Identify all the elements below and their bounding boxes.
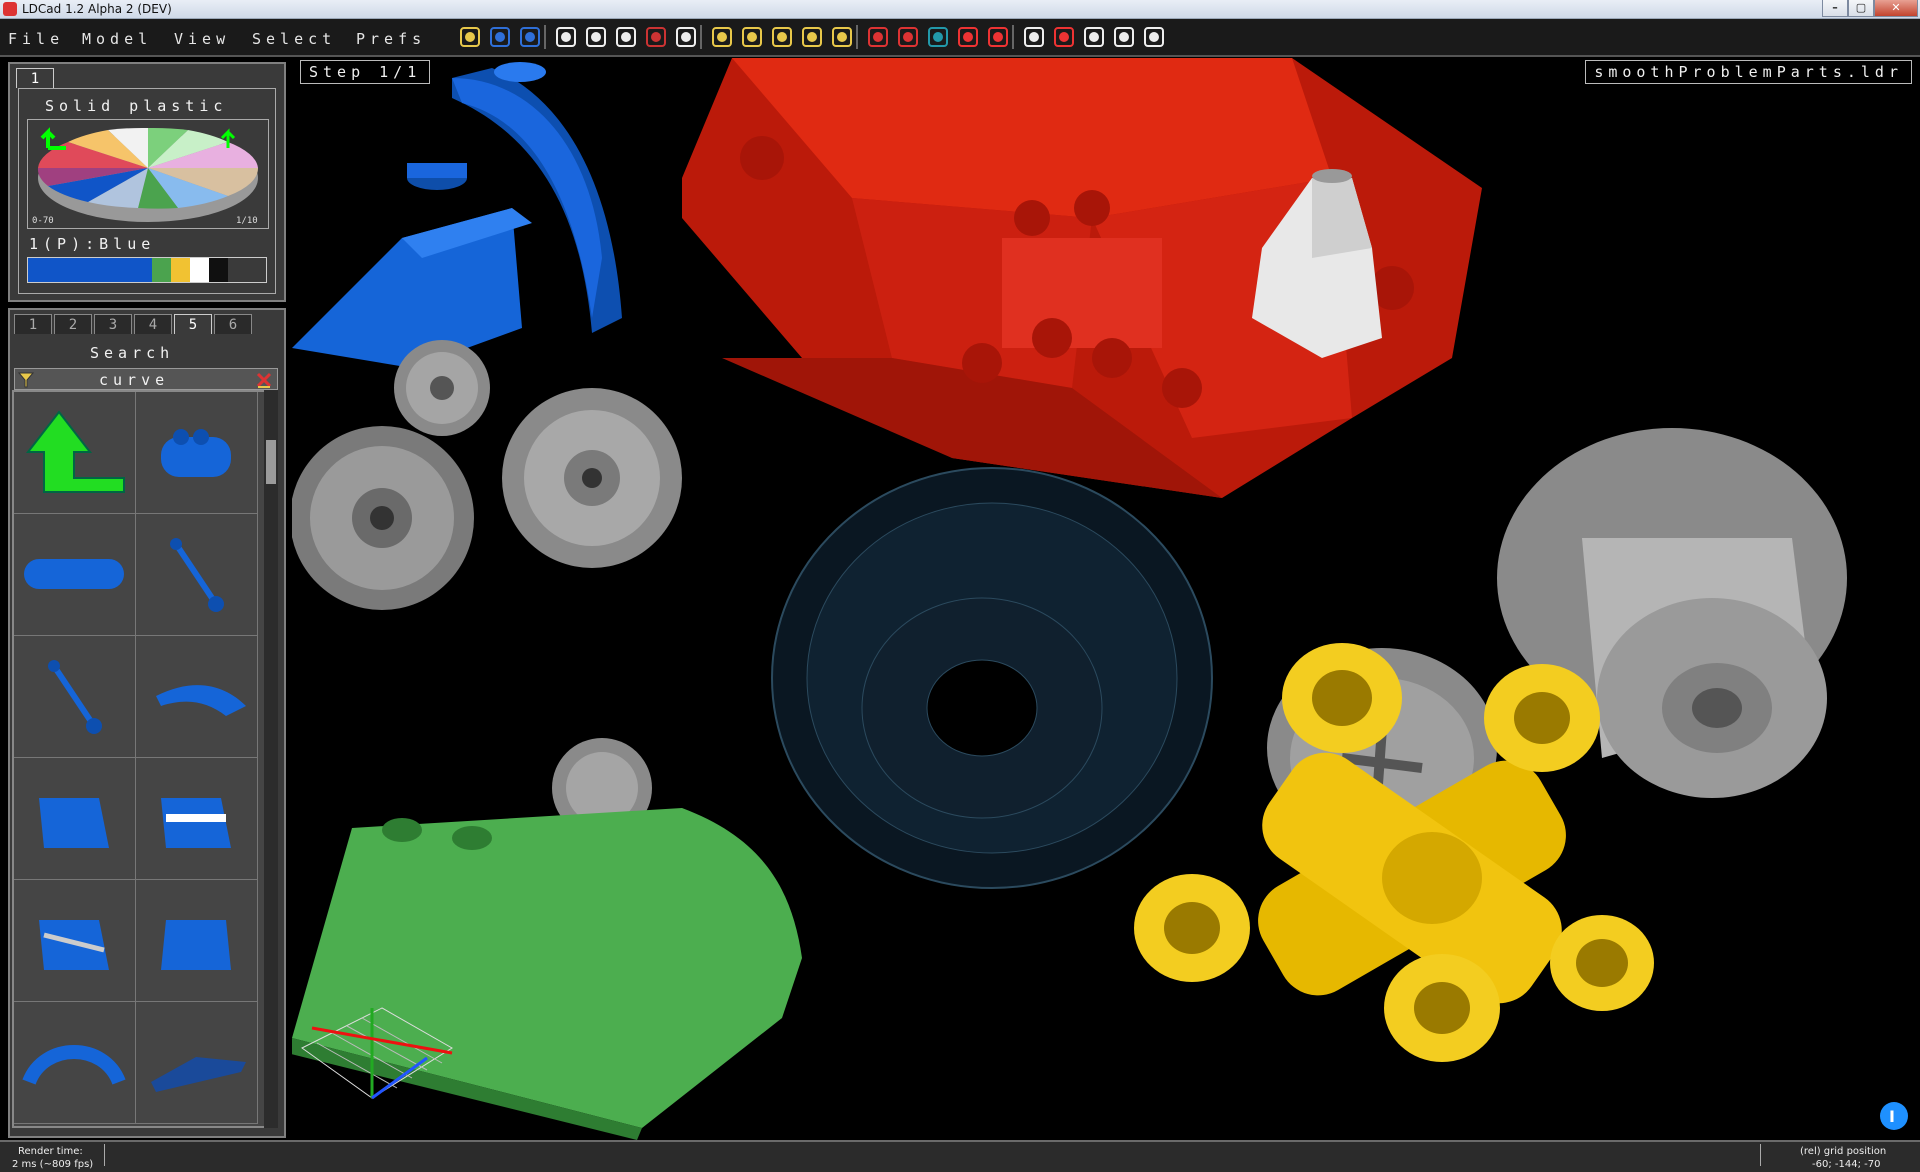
maximize-button[interactable]: ▢ (1848, 0, 1874, 17)
heart-broken-icon[interactable] (986, 25, 1010, 49)
save-all-icon[interactable] (518, 25, 542, 49)
copy-icon[interactable] (614, 25, 638, 49)
color-tab-1[interactable]: 1 (16, 68, 54, 88)
color-swatch[interactable] (189, 258, 209, 282)
close-button[interactable]: ✕ (1874, 0, 1918, 17)
grid-icon[interactable] (926, 25, 950, 49)
3d-viewport[interactable]: I Step 1/1 smoothProblemParts.ldr (292, 58, 1920, 1140)
part-thumbnail[interactable] (136, 514, 258, 636)
scrollbar-thumb[interactable] (266, 440, 276, 484)
menu-view[interactable]: View (174, 30, 230, 48)
parts-tab-5[interactable]: 5 (174, 314, 212, 334)
part-thumbnail[interactable] (14, 392, 136, 514)
move-icon[interactable] (1022, 25, 1046, 49)
material-label: Solid plastic (45, 97, 228, 115)
grid-position-label: (rel) grid position (1800, 1146, 1887, 1157)
paste-icon[interactable] (674, 25, 698, 49)
add-step-icon[interactable] (830, 25, 854, 49)
black-tire[interactable] (771, 467, 1213, 889)
range-left-label: 0-70 (32, 216, 54, 226)
part-thumbnail[interactable] (136, 1002, 258, 1124)
part-thumbnail[interactable] (136, 636, 258, 758)
part-thumbnail[interactable] (14, 758, 136, 880)
status-bar: Render time: 2 ms (~809 fps) (rel) grid … (0, 1140, 1920, 1172)
menu-select[interactable]: Select (252, 30, 336, 48)
pan-icon[interactable] (1082, 25, 1106, 49)
cut-icon[interactable] (644, 25, 668, 49)
info-icon-glyph: I (1889, 1107, 1895, 1126)
last-step-icon[interactable] (800, 25, 824, 49)
color-panel: 1 Solid plastic 0-70 1/10 1(P):Blue (8, 62, 286, 302)
green-curved-slope[interactable] (292, 808, 802, 1140)
menu-prefs[interactable]: Prefs (356, 30, 426, 48)
menu-model[interactable]: Model (82, 30, 152, 48)
color-frame: Solid plastic 0-70 1/10 1(P):Blue (18, 88, 276, 294)
model-icon[interactable] (866, 25, 890, 49)
range-right-label: 1/10 (236, 216, 258, 226)
clear-search-icon[interactable] (255, 371, 273, 389)
filter-icon[interactable] (17, 371, 35, 389)
yellow-hub[interactable] (1134, 643, 1654, 1062)
next-step-icon[interactable] (770, 25, 794, 49)
title-bar: LDCad 1.2 Alpha 2 (DEV) – ▢ ✕ (0, 0, 1920, 19)
window-title: LDCad 1.2 Alpha 2 (DEV) (22, 2, 172, 16)
open-icon[interactable] (458, 25, 482, 49)
blue-curved-brick[interactable] (292, 62, 622, 368)
undo-icon[interactable] (554, 25, 578, 49)
parts-tab-3[interactable]: 3 (94, 314, 132, 334)
color-swatch[interactable] (151, 258, 171, 282)
model-scene[interactable]: I (292, 58, 1920, 1140)
gear-small-top[interactable] (394, 340, 490, 436)
rotate-icon[interactable] (1052, 25, 1076, 49)
heart-icon[interactable] (956, 25, 980, 49)
color-swatch[interactable] (28, 258, 152, 282)
part-thumbnail[interactable] (14, 1002, 136, 1124)
toolbar-separator (700, 25, 702, 49)
toolbar-separator (1012, 25, 1014, 49)
save-icon[interactable] (488, 25, 512, 49)
app-icon (3, 2, 17, 16)
search-field[interactable]: curve (14, 368, 278, 390)
part-thumbnail[interactable] (14, 636, 136, 758)
menu-file[interactable]: File (8, 30, 64, 48)
parts-tab-4[interactable]: 4 (134, 314, 172, 334)
toolbar-separator (856, 25, 858, 49)
first-step-icon[interactable] (710, 25, 734, 49)
part-thumbnail[interactable] (136, 880, 258, 1002)
gear-24-left[interactable] (292, 426, 474, 610)
gear-24-center[interactable] (502, 388, 682, 568)
grid-dots-icon[interactable] (1142, 25, 1166, 49)
parts-scrollbar[interactable] (264, 390, 278, 1128)
search-label: Search (90, 344, 175, 362)
render-time-label: Render time: (18, 1146, 83, 1157)
submodel-icon[interactable] (896, 25, 920, 49)
status-divider-right (1760, 1144, 1761, 1166)
zoom-icon[interactable] (1112, 25, 1136, 49)
part-thumbnail[interactable] (14, 514, 136, 636)
minimize-button[interactable]: – (1822, 0, 1848, 17)
grid-position-value: -60; -144; -70 (1812, 1159, 1881, 1170)
parts-grid (12, 390, 278, 1128)
status-divider (104, 1144, 105, 1166)
prev-step-icon[interactable] (740, 25, 764, 49)
render-time-value: 2 ms (~809 fps) (12, 1159, 94, 1170)
color-swatch-bar[interactable] (27, 257, 267, 283)
color-wheel[interactable] (28, 120, 268, 228)
part-thumbnail[interactable] (136, 758, 258, 880)
color-wheel-box[interactable]: 0-70 1/10 (27, 119, 269, 229)
redo-icon[interactable] (584, 25, 608, 49)
parts-tab-6[interactable]: 6 (214, 314, 252, 334)
selected-color-label: 1(P):Blue (29, 235, 156, 253)
toolbar-separator (544, 25, 546, 49)
part-thumbnail[interactable] (14, 880, 136, 1002)
parts-tab-1[interactable]: 1 (14, 314, 52, 334)
part-thumbnail[interactable] (136, 392, 258, 514)
color-swatch[interactable] (170, 258, 190, 282)
file-name-label: smoothProblemParts.ldr (1585, 60, 1912, 84)
search-input[interactable]: curve (99, 371, 169, 389)
parts-tab-2[interactable]: 2 (54, 314, 92, 334)
step-label: Step 1/1 (300, 60, 431, 84)
color-swatch[interactable] (208, 258, 228, 282)
